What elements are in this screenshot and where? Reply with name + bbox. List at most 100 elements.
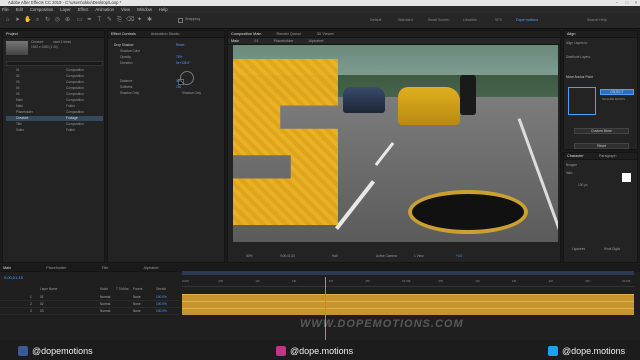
menu-layer[interactable]: Layer — [60, 6, 70, 13]
puppet-tool-icon[interactable]: ✱ — [146, 17, 153, 24]
list-item[interactable]: 04 — [16, 86, 20, 91]
view-dropdown[interactable]: 1 View — [414, 254, 424, 259]
opacity-value[interactable]: 75% — [176, 55, 182, 60]
tab-render-queue[interactable]: Render Queue — [276, 32, 301, 36]
custom-move-button[interactable]: Custom Move — [574, 128, 629, 134]
menu-edit[interactable]: Edit — [16, 6, 23, 13]
workspace-sfx[interactable]: SFX — [495, 18, 502, 22]
eraser-tool-icon[interactable]: ⌫ — [126, 17, 134, 24]
list-item[interactable]: 03 — [16, 80, 20, 85]
work-area-bar[interactable] — [182, 271, 634, 275]
include-masks-label[interactable]: INCLUDE MASKS — [602, 97, 625, 102]
list-item[interactable]: Creature — [16, 116, 28, 121]
tab-paragraph[interactable]: Paragraph — [599, 154, 617, 158]
rectangle-tool-icon[interactable]: ▭ — [76, 17, 83, 24]
pan-behind-tool-icon[interactable]: ⊕ — [64, 17, 71, 24]
menu-window[interactable]: Window — [137, 6, 152, 13]
tab-animation-studio[interactable]: Animation Studio — [151, 32, 180, 36]
list-item[interactable]: 02 — [16, 74, 20, 79]
zoom-tool-icon[interactable]: ⌕ — [34, 17, 41, 24]
table-row[interactable]: 2 02 Normal None 100.0% — [0, 301, 180, 308]
col-parent: Parent — [133, 287, 143, 291]
composition-viewer[interactable]: S — [233, 45, 558, 242]
snapping-checkbox[interactable] — [178, 18, 183, 23]
ruler-tick-label: 05f — [218, 279, 223, 283]
direction-value[interactable]: 0x+135.0° — [176, 61, 190, 66]
reset-link[interactable]: Reset — [176, 43, 184, 48]
timeline-tab-placeholder[interactable]: Placeholder — [46, 266, 66, 270]
timeline-tab-main[interactable]: Main — [3, 266, 11, 270]
tab-effect-controls[interactable]: Effect Controls — [111, 32, 136, 36]
font-style-select[interactable]: Italic — [566, 171, 573, 176]
workspace-default[interactable]: Default — [370, 18, 381, 22]
selection-tool-icon[interactable]: ➤ — [14, 17, 21, 24]
subtab-01[interactable]: 01 — [254, 39, 258, 43]
instagram-icon — [276, 346, 286, 356]
comp-time-display[interactable]: 0;00;01;20 — [280, 254, 295, 259]
brush-tool-icon[interactable]: ✎ — [106, 17, 113, 24]
camera-tool-icon[interactable]: ◎ — [54, 17, 61, 24]
playhead[interactable] — [325, 277, 326, 341]
tab-composition-main[interactable]: Composition Main — [231, 32, 261, 36]
menu-composition[interactable]: Composition — [30, 6, 53, 13]
anchor-grid[interactable] — [568, 87, 596, 115]
softness-value[interactable]: 150 — [176, 85, 181, 90]
roto-brush-icon[interactable]: ✦ — [136, 17, 143, 24]
list-item[interactable]: 05 — [16, 92, 20, 97]
timeline-tab-alphabet[interactable]: Alphabet — [144, 266, 159, 270]
subtab-main[interactable]: Main — [231, 39, 239, 43]
list-item[interactable]: 01 — [16, 68, 20, 73]
distance-value[interactable]: 300 — [176, 79, 181, 84]
reset-button[interactable]: Reset — [574, 143, 629, 149]
font-family-select[interactable]: Bungee — [566, 163, 577, 168]
subtab-placeholder[interactable]: Placeholder — [274, 39, 294, 43]
menu-effect[interactable]: Effect — [78, 6, 89, 13]
tab-character[interactable]: Character — [567, 154, 584, 158]
hindi-digits-checkbox-label[interactable]: Hindi Digits — [604, 247, 620, 252]
font-size-value[interactable]: 100 px — [578, 183, 588, 188]
table-row[interactable]: 3 03 Normal None 100.0% — [0, 308, 180, 315]
exposure-value[interactable]: +0.0 — [456, 254, 462, 259]
workspace-dope-motions[interactable]: Dope motions — [516, 18, 538, 22]
menu-help[interactable]: Help — [159, 6, 168, 13]
list-item[interactable]: Main — [16, 104, 23, 109]
camera-dropdown[interactable]: Active Camera — [376, 254, 397, 259]
workspace-standard[interactable]: Standard — [398, 18, 413, 22]
layer-track-bar[interactable] — [182, 301, 634, 308]
list-item[interactable]: Main — [16, 98, 23, 103]
list-item[interactable]: Video — [16, 128, 24, 133]
fill-color-swatch[interactable] — [622, 173, 631, 182]
subtab-alphabet[interactable]: Alphabet — [309, 39, 324, 43]
search-help[interactable]: Search Help — [587, 18, 607, 22]
tab-project[interactable]: Project — [6, 32, 18, 36]
rotate-tool-icon[interactable]: ↻ — [44, 17, 51, 24]
list-item[interactable]: Title — [16, 122, 22, 127]
layer-track-bar[interactable] — [182, 308, 634, 315]
menu-animation[interactable]: Animation — [95, 6, 114, 13]
object-button[interactable]: OBJECT — [600, 89, 634, 95]
direction-dial[interactable] — [180, 71, 194, 85]
stamp-tool-icon[interactable]: ⎘ — [116, 17, 123, 24]
time-ruler[interactable]: 0:00f 05f 10f 15f 20f 25f 01:00f 05f 10f 15f 20f 25… — [182, 279, 634, 287]
menu-file[interactable]: File — [2, 6, 9, 13]
type-tool-icon[interactable]: T — [96, 17, 103, 24]
home-icon[interactable]: ⌂ — [4, 17, 11, 24]
overlay-letter-s — [233, 59, 338, 225]
timeline-tab-title[interactable]: Title — [101, 266, 108, 270]
menu-view[interactable]: View — [121, 6, 130, 13]
tab-3d-viewer[interactable]: 3D Viewer — [316, 32, 333, 36]
project-search-input[interactable] — [6, 61, 103, 66]
ligatures-checkbox-label[interactable]: Ligatures — [572, 247, 585, 252]
list-item[interactable]: Placeholder — [16, 110, 33, 115]
timeline-current-time[interactable]: 0;00;01;15 — [4, 275, 23, 280]
resolution-dropdown[interactable]: Half — [332, 254, 338, 259]
zoom-dropdown[interactable]: 50% — [246, 254, 252, 259]
table-row[interactable]: 1 01 Normal None 100.0% — [0, 294, 180, 301]
shadow-only-checkbox-label[interactable]: Shadow Only — [182, 91, 201, 96]
workspace-small-screen[interactable]: Small Screen — [428, 18, 449, 22]
layer-track-bar[interactable] — [182, 294, 634, 301]
pen-tool-icon[interactable]: ✒ — [86, 17, 93, 24]
workspace-libraries[interactable]: Libraries — [463, 18, 477, 22]
hand-tool-icon[interactable]: ✋ — [24, 17, 31, 24]
effect-name[interactable]: Drop Shadow — [114, 43, 133, 48]
